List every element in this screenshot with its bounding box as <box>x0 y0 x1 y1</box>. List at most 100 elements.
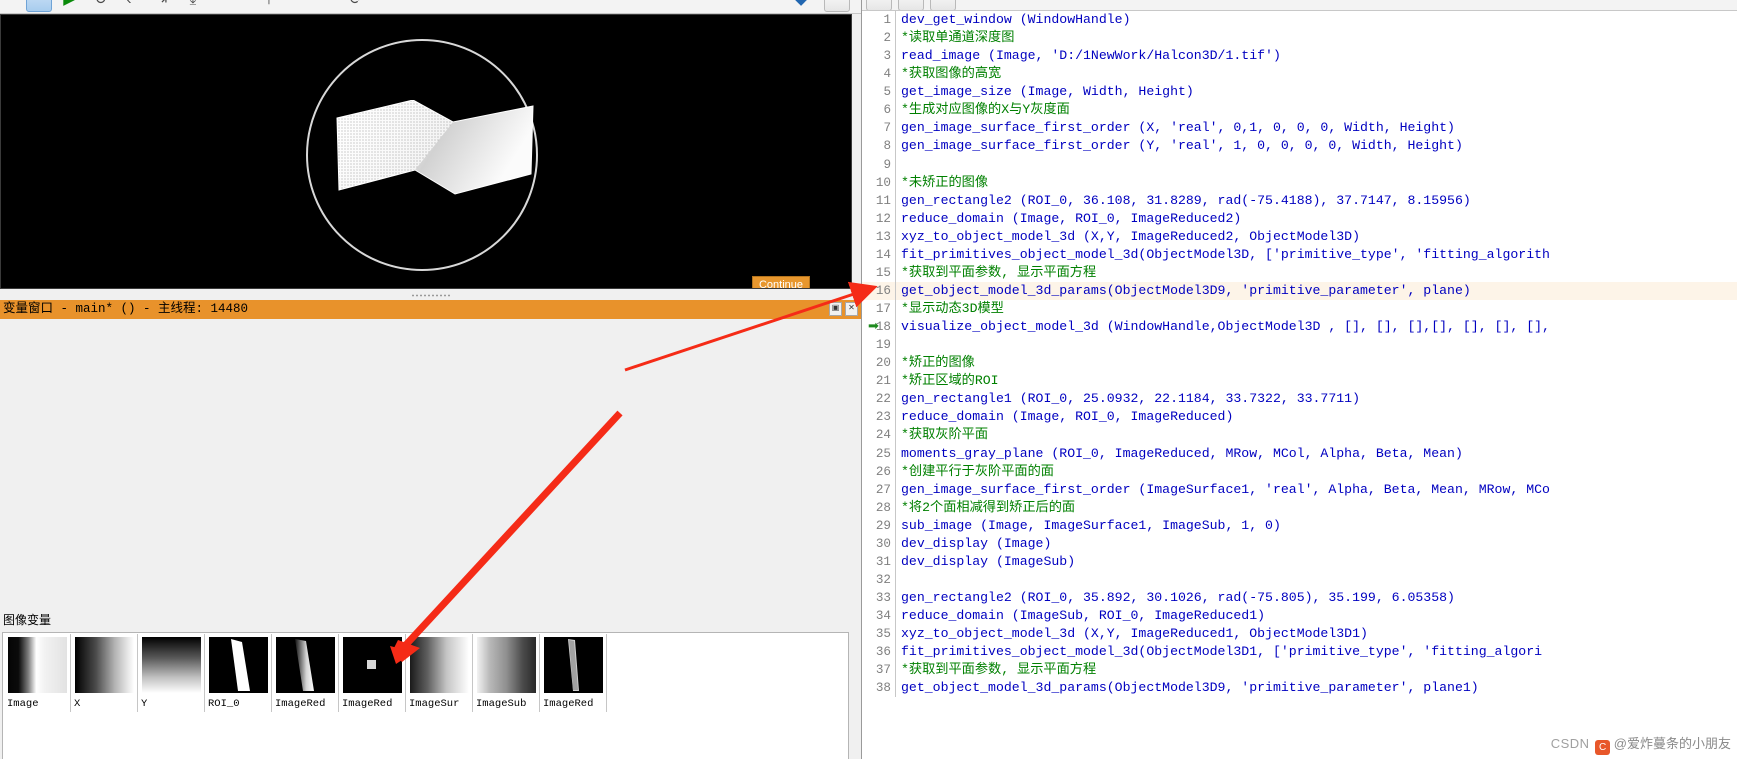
code-line[interactable]: 21 *矫正区域的ROI <box>862 372 1737 391</box>
code-line[interactable]: 25 moments_gray_plane (ROI_0, ImageReduce… <box>862 444 1737 463</box>
play-icon[interactable]: ▶ <box>58 0 80 11</box>
line-number: 28 <box>862 498 896 517</box>
code-line[interactable]: 34 reduce_domain (ImageSub, ROI_0, ImageR… <box>862 607 1737 626</box>
code-text: *显示动态3D模型 <box>901 301 1004 316</box>
code-line[interactable]: 35 xyz_to_object_model_3d (X,Y, ImageRedu… <box>862 625 1737 644</box>
code-line[interactable]: 36 fit_primitives_object_model_3d(ObjectM… <box>862 643 1737 662</box>
step-out-icon[interactable]: ⤒ <box>258 0 280 11</box>
watermark: CSDN C @爱炸蔓条的小朋友 <box>1551 733 1731 755</box>
code-line[interactable]: 12 reduce_domain (Image, ROI_0, ImageRedu… <box>862 209 1737 228</box>
code-line[interactable]: 24 *获取灰阶平面 <box>862 426 1737 445</box>
step-back-icon[interactable]: ‹ <box>118 0 140 11</box>
code-line[interactable]: 2 *读取单通道深度图 <box>862 29 1737 48</box>
code-line[interactable]: 7 gen_image_surface_first_order (X, 'real… <box>862 119 1737 138</box>
code-text: get_image_size (Image, Width, Height) <box>901 84 1194 100</box>
code-text: get_object_model_3d_params(ObjectModel3D… <box>901 680 1479 696</box>
code-text: *矫正区域的ROI <box>901 373 999 389</box>
code-lines-container[interactable]: 1 dev_get_window (WindowHandle) 2 *读取单通道深度图… <box>862 11 1737 759</box>
code-line[interactable]: 16 get_object_model_3d_params(ObjectModel… <box>862 281 1737 300</box>
line-number: 36 <box>862 643 896 662</box>
line-number: 7 <box>862 119 896 138</box>
line-number: 37 <box>862 661 896 680</box>
code-text: *读取单通道深度图 <box>901 30 1015 46</box>
code-line[interactable]: 13 xyz_to_object_model_3d (X,Y, ImageRedu… <box>862 227 1737 246</box>
toolbar-run-button[interactable] <box>26 0 52 12</box>
code-line[interactable]: 26 *创建平行于灰阶平面的面 <box>862 462 1737 481</box>
list-item[interactable]: ImageRed <box>272 634 339 712</box>
code-line[interactable]: 15 *获取到平面参数, 显示平面方程 <box>862 263 1737 282</box>
list-item[interactable]: ImageSub <box>473 634 540 712</box>
close-icon[interactable]: ✕ <box>845 302 858 316</box>
list-item[interactable]: ImageRed <box>540 634 607 712</box>
step-into-icon[interactable]: ⤓ <box>182 0 204 11</box>
code-line[interactable]: 6 *生成对应图像的X与Y灰度面 <box>862 101 1737 120</box>
list-item[interactable]: ROI_0 <box>205 634 272 712</box>
line-number: 11 <box>862 191 896 210</box>
code-line[interactable]: 11 gen_rectangle2 (ROI_0, 36.108, 31.8289… <box>862 191 1737 210</box>
code-line[interactable]: 33 gen_rectangle2 (ROI_0, 35.892, 30.1026… <box>862 589 1737 608</box>
code-line[interactable]: 38 get_object_model_3d_params(ObjectModel… <box>862 679 1737 698</box>
code-text: *未矫正的图像 <box>901 174 989 190</box>
code-line[interactable]: 3 read_image (Image, 'D:/1NewWork/Halcon3… <box>862 47 1737 66</box>
code-line[interactable]: 4 *获取图像的高宽 <box>862 65 1737 84</box>
thumb-image-ROI_0 <box>209 637 268 693</box>
code-editor-panel[interactable]: 1 dev_get_window (WindowHandle) 2 *读取单通道深度图… <box>861 0 1737 759</box>
line-number: 24 <box>862 426 896 445</box>
code-line[interactable]: 22 gen_rectangle1 (ROI_0, 25.0932, 22.118… <box>862 390 1737 409</box>
horizontal-splitter[interactable] <box>0 291 861 300</box>
code-line[interactable]: 1 dev_get_window (WindowHandle) <box>862 11 1737 30</box>
code-text: *创建平行于灰阶平面的面 <box>901 463 1054 479</box>
code-line[interactable]: 14 fit_primitives_object_model_3d(ObjectM… <box>862 245 1737 264</box>
list-item[interactable]: X <box>71 634 138 712</box>
editor-button-3[interactable] <box>930 0 956 10</box>
code-text: dev_display (ImageSub) <box>901 553 1076 569</box>
list-item[interactable]: Image <box>4 634 71 712</box>
code-line[interactable]: 10 *未矫正的图像 <box>862 173 1737 192</box>
code-line[interactable]: 17 *显示动态3D模型 <box>862 300 1737 319</box>
line-number: 2 <box>862 29 896 48</box>
code-line[interactable]: 9 <box>862 155 1737 174</box>
dock-icon[interactable]: ▣ <box>829 302 842 316</box>
list-item[interactable]: ImageSur <box>406 634 473 712</box>
editor-button-2[interactable] <box>898 0 924 10</box>
continue-icon[interactable]: ⟳ <box>345 0 367 11</box>
line-number: 30 <box>862 534 896 553</box>
thumb-image-ImageSub <box>477 637 536 693</box>
code-line[interactable]: 29 sub_image (Image, ImageSurface1, Image… <box>862 516 1737 535</box>
code-line[interactable]: 31 dev_display (ImageSub) <box>862 552 1737 571</box>
code-line[interactable]: 28 *将2个面相减得到矫正后的面 <box>862 498 1737 517</box>
code-line[interactable]: 23 reduce_domain (Image, ROI_0, ImageRedu… <box>862 408 1737 427</box>
line-number: 8 <box>862 137 896 156</box>
step-over-icon[interactable]: ⇥ <box>150 0 172 11</box>
image-variables-label: 图像变量 <box>3 613 52 627</box>
panel-toggle-button[interactable] <box>824 0 850 12</box>
line-number: 3 <box>862 47 896 66</box>
code-line[interactable]: 27 gen_image_surface_first_order (ImageSu… <box>862 480 1737 499</box>
continue-button[interactable]: Continue <box>752 276 810 288</box>
image-variables-panel[interactable]: Image X Y ROI_0 ImageRed ImageRed ImageS… <box>2 632 849 759</box>
watermark-author: @爱炸蔓条的小朋友 <box>1613 736 1731 751</box>
code-line[interactable]: 32 <box>862 570 1737 589</box>
code-text: visualize_object_model_3d (WindowHandle,… <box>901 319 1550 335</box>
check-icon[interactable]: ◆ <box>790 0 812 11</box>
list-item[interactable]: Y <box>138 634 205 712</box>
code-line[interactable]: 5 get_image_size (Image, Width, Height) <box>862 83 1737 102</box>
line-number: 17 <box>862 300 896 319</box>
watermark-source: CSDN <box>1550 736 1590 751</box>
editor-button-1[interactable] <box>866 0 892 10</box>
line-number: 23 <box>862 408 896 427</box>
code-line[interactable]: 19 <box>862 336 1737 355</box>
reset-icon[interactable]: ↺ <box>90 0 112 11</box>
line-number: 10 <box>862 173 896 192</box>
code-line[interactable]: ➡ 18 visualize_object_model_3d (WindowHand… <box>862 318 1737 337</box>
code-line[interactable]: 20 *矫正的图像 <box>862 354 1737 373</box>
code-line[interactable]: 8 gen_image_surface_first_order (Y, 'real… <box>862 137 1737 156</box>
line-number: 27 <box>862 480 896 499</box>
code-line[interactable]: 30 dev_display (Image) <box>862 534 1737 553</box>
thumb-image-ImageReduced <box>276 637 335 693</box>
line-number: 6 <box>862 101 896 120</box>
code-line[interactable]: 37 *获取到平面参数, 显示平面方程 <box>862 661 1737 680</box>
list-item[interactable]: ImageRed <box>339 634 406 712</box>
code-text: reduce_domain (ImageSub, ROI_0, ImageRed… <box>901 608 1266 624</box>
graphics-window[interactable]: Continue <box>0 14 852 289</box>
